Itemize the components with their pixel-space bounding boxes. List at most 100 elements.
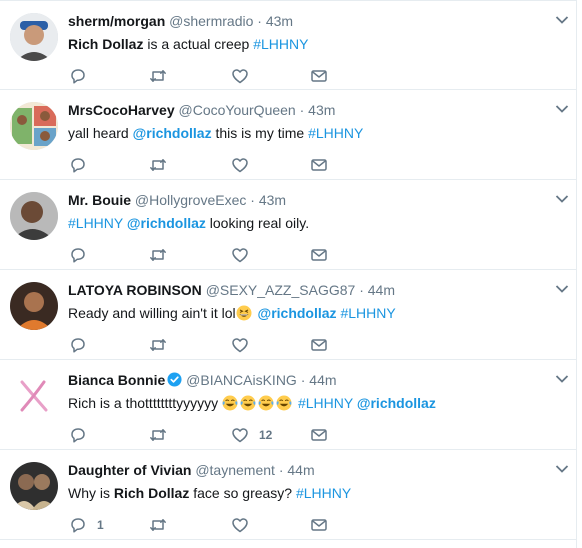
reply-icon xyxy=(71,518,85,533)
reply-button[interactable] xyxy=(69,156,97,174)
tweet[interactable]: Bianca Bonnie @BIANCAisKING · 44m Rich i… xyxy=(0,360,577,450)
like-button[interactable]: 12 xyxy=(231,426,272,444)
avatar-image-icon xyxy=(10,192,58,240)
direct-message-button[interactable] xyxy=(310,336,328,354)
chevron-down-icon[interactable] xyxy=(555,374,569,384)
direct-message-button[interactable] xyxy=(310,516,328,534)
hashtag-link[interactable]: #LHHNY xyxy=(296,485,351,501)
mention-link[interactable]: @richdollaz xyxy=(357,395,436,411)
retweet-button[interactable] xyxy=(149,516,167,534)
separator-dot: · xyxy=(278,462,284,478)
verified-badge-icon xyxy=(167,372,182,387)
like-button[interactable] xyxy=(231,336,259,354)
timestamp[interactable]: 44m xyxy=(309,372,336,388)
display-name[interactable]: sherm/morgan xyxy=(68,13,165,29)
reply-icon xyxy=(71,428,85,443)
tweet-header: LATOYA ROBINSON @SEXY_AZZ_SAGG87 · 44m xyxy=(68,281,395,299)
timestamp[interactable]: 44m xyxy=(287,462,314,478)
hashtag-link[interactable]: #LHHNY xyxy=(308,125,363,141)
chevron-down-icon[interactable] xyxy=(555,464,569,474)
hashtag-link[interactable]: #LHHNY xyxy=(340,305,395,321)
tweet[interactable]: Mr. Bouie @HollygroveExec · 43m #LHHNY @… xyxy=(0,180,577,270)
tweet-text: #LHHNY @richdollaz looking real oily. xyxy=(68,213,309,233)
chevron-down-icon[interactable] xyxy=(555,15,569,25)
tweet-feed: sherm/morgan @shermradio · 43m Rich Doll… xyxy=(0,0,577,548)
retweet-icon xyxy=(150,159,166,171)
timestamp[interactable]: 44m xyxy=(368,282,395,298)
like-button[interactable] xyxy=(231,156,259,174)
username[interactable]: @HollygroveExec xyxy=(135,192,246,208)
face-with-tears-of-joy-icon xyxy=(222,395,238,411)
reply-button[interactable] xyxy=(69,246,97,264)
tweet-text: Rich is a thottttttttyyyyyy #LHHNY @rich… xyxy=(68,393,436,413)
envelope-icon xyxy=(311,339,327,351)
username[interactable]: @BIANCAisKING xyxy=(186,372,297,388)
reply-count: 1 xyxy=(97,518,104,532)
reply-button[interactable]: 1 xyxy=(69,516,104,534)
reply-button[interactable] xyxy=(69,336,97,354)
display-name[interactable]: LATOYA ROBINSON xyxy=(68,282,202,298)
reply-icon xyxy=(71,158,85,173)
avatar[interactable] xyxy=(10,282,58,330)
avatar[interactable] xyxy=(10,192,58,240)
username[interactable]: @taynement xyxy=(195,462,275,478)
tweet[interactable]: Daughter of Vivian @taynement · 44m Why … xyxy=(0,450,577,540)
reply-button[interactable] xyxy=(69,67,97,85)
retweet-button[interactable] xyxy=(149,246,167,264)
avatar-image-icon xyxy=(10,102,58,150)
avatar[interactable] xyxy=(10,462,58,510)
text-segment: looking real oily. xyxy=(205,215,310,231)
retweet-icon xyxy=(150,249,166,261)
mention-link[interactable]: @richdollaz xyxy=(127,215,206,231)
chevron-down-icon[interactable] xyxy=(555,284,569,294)
heart-icon xyxy=(232,428,248,443)
avatar[interactable] xyxy=(10,102,58,150)
like-button[interactable] xyxy=(231,246,259,264)
hashtag-link[interactable]: #LHHNY xyxy=(253,36,308,52)
mention-link[interactable]: @richdollaz xyxy=(133,125,212,141)
separator-dot: · xyxy=(250,192,255,208)
display-name[interactable]: Mr. Bouie xyxy=(68,192,131,208)
avatar-image-icon xyxy=(10,13,58,61)
display-name[interactable]: MrsCocoHarvey xyxy=(68,102,175,118)
direct-message-button[interactable] xyxy=(310,246,328,264)
reply-button[interactable] xyxy=(69,426,97,444)
direct-message-button[interactable] xyxy=(310,156,328,174)
text-segment: this is my time xyxy=(211,125,309,141)
avatar[interactable] xyxy=(10,372,58,420)
avatar-image-icon xyxy=(10,462,58,510)
face-with-tears-of-joy-icon xyxy=(240,395,256,411)
timestamp[interactable]: 43m xyxy=(259,192,286,208)
username[interactable]: @CocoYourQueen xyxy=(179,102,296,118)
text-segment: face so greasy? xyxy=(189,485,296,501)
tweet[interactable]: LATOYA ROBINSON @SEXY_AZZ_SAGG87 · 44m R… xyxy=(0,270,577,360)
retweet-button[interactable] xyxy=(149,67,167,85)
reply-icon xyxy=(71,248,85,263)
retweet-icon xyxy=(150,339,166,351)
tweet-text: Ready and willing ain't it lol @richdoll… xyxy=(68,303,396,323)
hashtag-link[interactable]: #LHHNY xyxy=(68,215,123,231)
retweet-button[interactable] xyxy=(149,156,167,174)
retweet-button[interactable] xyxy=(149,336,167,354)
like-button[interactable] xyxy=(231,516,259,534)
tweet[interactable]: sherm/morgan @shermradio · 43m Rich Doll… xyxy=(0,0,577,90)
timestamp[interactable]: 43m xyxy=(266,13,293,29)
timestamp[interactable]: 43m xyxy=(308,102,335,118)
direct-message-button[interactable] xyxy=(310,426,328,444)
bold-phrase: Rich Dollaz xyxy=(68,36,144,52)
chevron-down-icon[interactable] xyxy=(555,104,569,114)
display-name[interactable]: Daughter of Vivian xyxy=(68,462,191,478)
username[interactable]: @SEXY_AZZ_SAGG87 xyxy=(206,282,356,298)
username[interactable]: @shermradio xyxy=(169,13,253,29)
direct-message-button[interactable] xyxy=(310,67,328,85)
tweet-header: MrsCocoHarvey @CocoYourQueen · 43m xyxy=(68,101,335,119)
like-button[interactable] xyxy=(231,67,259,85)
hashtag-link[interactable]: #LHHNY xyxy=(298,395,353,411)
avatar[interactable] xyxy=(10,13,58,61)
display-name[interactable]: Bianca Bonnie xyxy=(68,372,165,388)
tweet[interactable]: MrsCocoHarvey @CocoYourQueen · 43m yall … xyxy=(0,90,577,180)
separator-dot: · xyxy=(300,372,306,388)
chevron-down-icon[interactable] xyxy=(555,194,569,204)
mention-link[interactable]: @richdollaz xyxy=(258,305,337,321)
retweet-button[interactable] xyxy=(149,426,167,444)
